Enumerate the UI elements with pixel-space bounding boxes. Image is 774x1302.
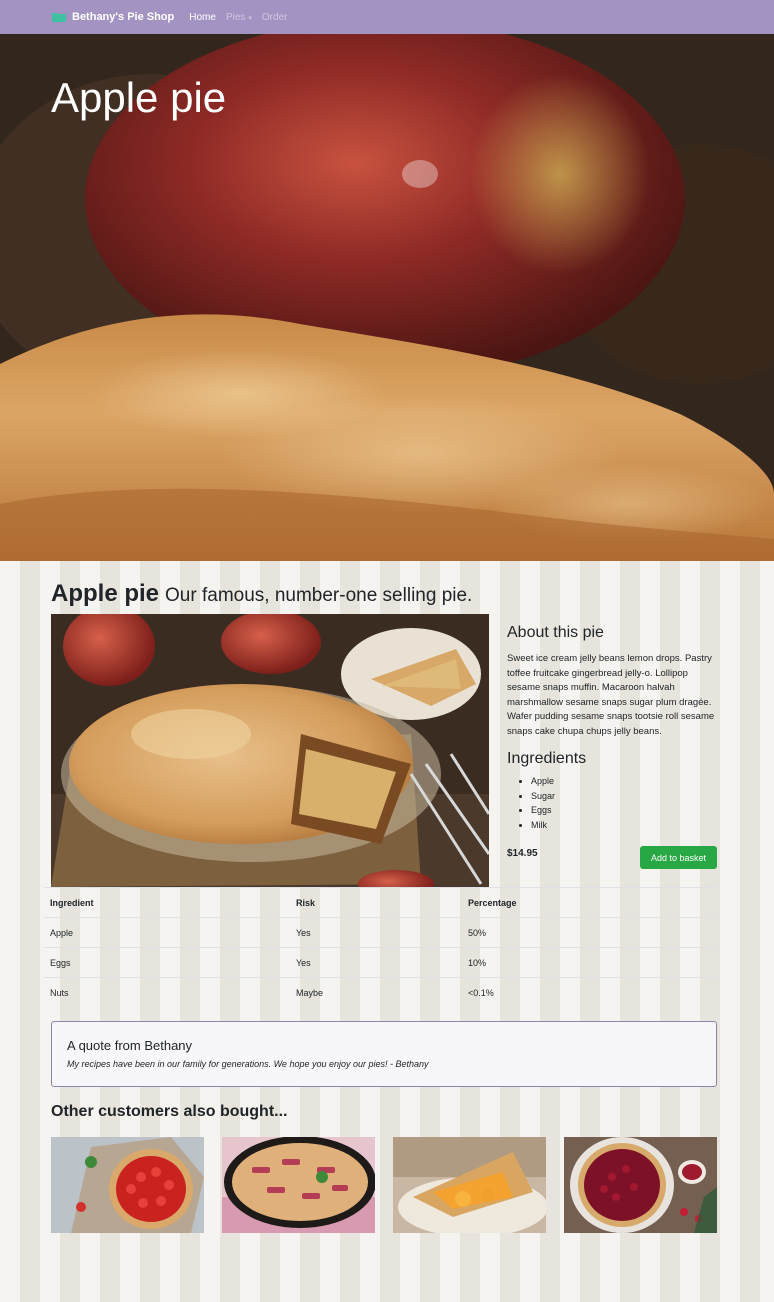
about-description: Sweet ice cream jelly beans lemon drops.… [507,653,715,737]
caret-down-icon: ▾ [248,14,252,22]
column-header: Risk [290,887,462,918]
product-image [51,614,489,887]
table-cell: Yes [290,947,462,978]
ingredient-item: Sugar [531,789,719,804]
ingredient-item: Apple [531,774,719,789]
navbar: Bethany's Pie Shop Home Pies ▾ Order [0,0,774,34]
product-heading: Apple pie Our famous, number-one selling… [51,580,472,608]
table-header-row: Ingredient Risk Percentage [44,887,718,918]
related-pie-cranberry[interactable] [564,1137,717,1233]
product-name: Apple pie [51,580,160,607]
hero-banner: Apple pie [0,34,774,561]
nav-order[interactable]: Order [262,12,288,23]
table-row: Nuts Maybe <0.1% [44,977,718,1008]
table-cell: Apple [44,917,290,948]
quote-heading: A quote from Bethany [67,1038,193,1053]
table-row: Apple Yes 50% [44,917,718,948]
column-header: Percentage [462,887,718,918]
hero-title: Apple pie [51,74,227,121]
ingredient-item: Eggs [531,803,719,818]
folder-icon [52,13,66,22]
product-price: $14.95 [507,848,538,859]
related-pie-rhubarb[interactable] [222,1137,375,1233]
table-cell: Yes [290,917,462,948]
table-cell: Eggs [44,947,290,978]
add-to-basket-button[interactable]: Add to basket [640,846,717,869]
related-pie-strawberry[interactable] [51,1137,204,1233]
nav-home[interactable]: Home [189,12,216,23]
quote-text: My recipes have been in our family for g… [67,1059,429,1069]
brand-label: Bethany's Pie Shop [72,11,175,23]
ingredients-section: Ingredients Apple Sugar Eggs Milk [507,750,719,832]
ingredients-heading: Ingredients [507,750,587,767]
product-tagline: Our famous, number-one selling pie. [165,585,473,606]
table-cell: 50% [462,917,718,948]
nav-pies-label: Pies [225,11,246,23]
allergy-table: Ingredient Risk Percentage Apple Yes 50%… [44,887,718,1008]
nav-pies-dropdown[interactable]: Pies ▾ [226,12,252,23]
about-heading: About this pie [507,624,604,641]
ingredients-list: Apple Sugar Eggs Milk [507,774,719,832]
table-cell: Nuts [44,977,290,1008]
related-pie-peach[interactable] [393,1137,546,1233]
table-cell: Maybe [290,977,462,1008]
also-bought-heading: Other customers also bought... [51,1103,288,1120]
quote-card: A quote from Bethany My recipes have bee… [51,1021,717,1087]
ingredient-item: Milk [531,818,719,833]
table-row: Eggs Yes 10% [44,947,718,978]
table-cell: 10% [462,947,718,978]
about-section: About this pie Sweet ice cream jelly bea… [507,624,719,739]
brand-link[interactable]: Bethany's Pie Shop [52,11,174,23]
table-cell: <0.1% [462,977,718,1008]
column-header: Ingredient [44,887,290,918]
